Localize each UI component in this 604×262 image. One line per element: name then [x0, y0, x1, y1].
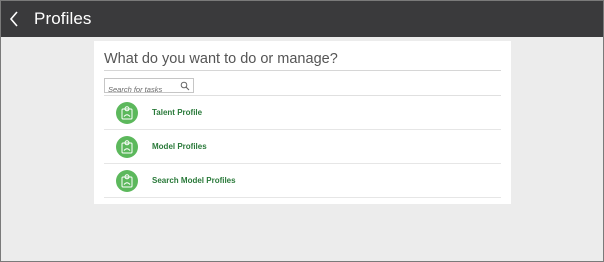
task-talent-profile[interactable]: Talent Profile: [104, 96, 501, 130]
task-label: Talent Profile: [152, 108, 203, 117]
task-search-model-profiles[interactable]: Search Model Profiles: [104, 164, 501, 198]
profile-icon: [116, 101, 138, 124]
app-window: Profiles What do you want to do or manag…: [0, 0, 604, 262]
tasks-panel: What do you want to do or manage? Talent: [94, 41, 511, 204]
search-field: [104, 78, 194, 96]
chevron-left-icon: [9, 11, 18, 27]
profile-icon: [116, 169, 138, 192]
search-icon[interactable]: [180, 81, 190, 91]
back-button[interactable]: [1, 1, 27, 37]
task-model-profiles[interactable]: Model Profiles: [104, 130, 501, 164]
header-bar: Profiles: [1, 1, 603, 37]
divider: [104, 70, 501, 71]
profile-icon: [116, 135, 138, 158]
task-label: Search Model Profiles: [152, 176, 236, 185]
panel-heading: What do you want to do or manage?: [104, 51, 338, 67]
task-label: Model Profiles: [152, 142, 207, 151]
page-title: Profiles: [34, 9, 92, 28]
task-list: Talent Profile Model Profiles Search Mod…: [104, 96, 501, 198]
